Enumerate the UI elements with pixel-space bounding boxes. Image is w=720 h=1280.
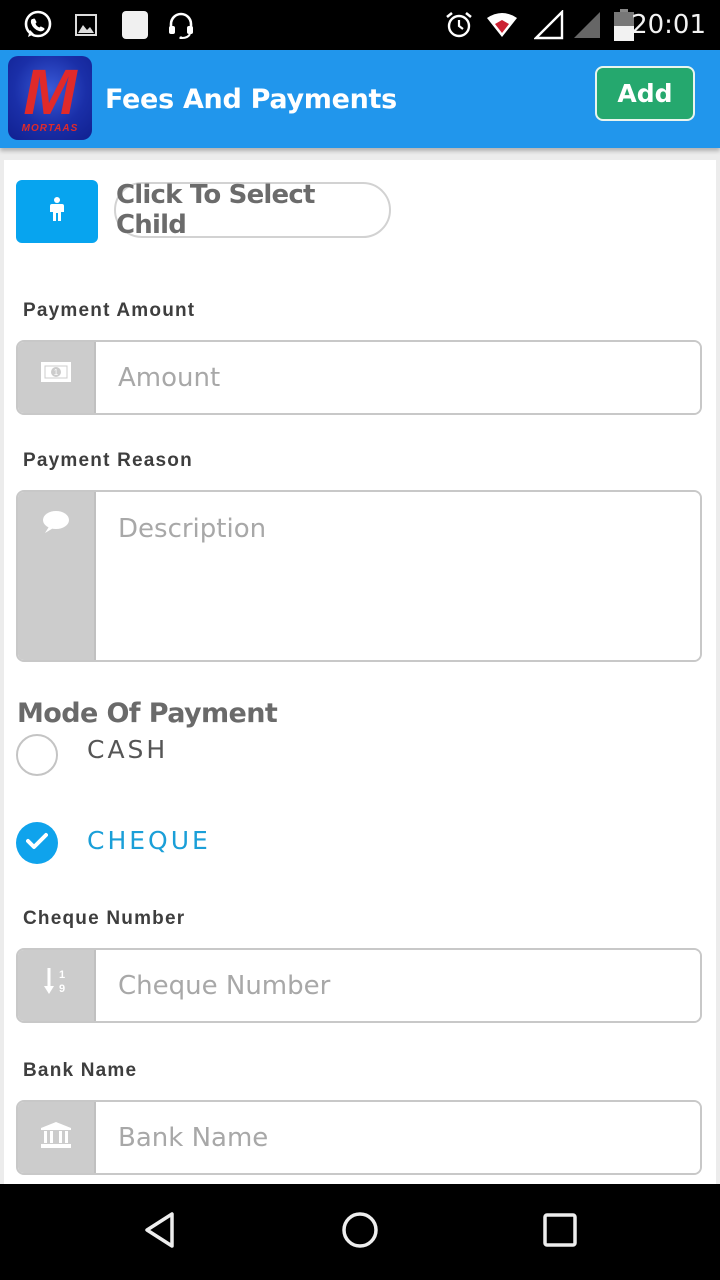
headset-icon <box>166 8 196 42</box>
cheque-number-label: Cheque Number <box>23 908 186 929</box>
cheque-number-group: 19 <box>16 948 702 1023</box>
payment-amount-label: Payment Amount <box>23 300 196 321</box>
money-icon: 1 <box>41 362 71 387</box>
svg-text:9: 9 <box>59 983 65 995</box>
logo-brand: MORTAAS <box>21 123 79 134</box>
description-input[interactable] <box>96 492 700 660</box>
recents-button[interactable] <box>535 1212 585 1252</box>
checkmark-icon <box>26 832 48 855</box>
recents-icon <box>543 1212 577 1252</box>
payment-reason-group <box>16 490 702 662</box>
gallery-icon <box>74 8 98 42</box>
select-child-icon-button[interactable] <box>16 180 98 243</box>
page-title: Fees And Payments <box>105 84 397 115</box>
cheque-number-addon: 19 <box>18 950 96 1021</box>
bank-name-addon <box>18 1102 96 1173</box>
radio-cheque[interactable]: CHEQUE <box>16 822 211 864</box>
logo-letter: M <box>23 56 77 128</box>
cheque-number-input[interactable] <box>96 950 700 1021</box>
notification-icon <box>121 8 149 42</box>
signal-icon <box>533 8 565 42</box>
select-child-button[interactable]: Click To Select Child <box>114 180 391 240</box>
sort-numeric-icon: 19 <box>43 966 69 1003</box>
payment-reason-addon <box>18 492 96 660</box>
app-bar: M MORTAAS Fees And Payments Add <box>0 50 720 148</box>
mode-of-payment-title: Mode Of Payment <box>17 698 278 729</box>
whatsapp-icon <box>20 8 56 42</box>
status-bar: 20:01 <box>0 0 720 50</box>
alarm-icon <box>443 8 475 42</box>
back-icon <box>143 1211 177 1254</box>
radio-cheque-circle[interactable] <box>16 822 58 864</box>
app-logo: M MORTAAS <box>8 56 92 140</box>
home-icon <box>341 1211 379 1254</box>
radio-cash-label: CASH <box>87 734 169 764</box>
navigation-bar <box>0 1184 720 1280</box>
back-button[interactable] <box>135 1211 185 1254</box>
payment-amount-group: 1 <box>16 340 702 415</box>
signal-bars-icon <box>571 8 603 42</box>
wifi-icon <box>485 8 519 42</box>
svg-text:1: 1 <box>59 969 65 981</box>
bank-name-group <box>16 1100 702 1175</box>
comment-icon <box>42 510 70 539</box>
bank-icon <box>40 1122 72 1153</box>
add-button[interactable]: Add <box>595 66 695 121</box>
home-button[interactable] <box>335 1211 385 1254</box>
radio-cheque-label: CHEQUE <box>87 825 211 855</box>
bank-name-label: Bank Name <box>23 1060 138 1081</box>
radio-cash-circle[interactable] <box>16 734 58 776</box>
bank-name-input[interactable] <box>96 1102 700 1173</box>
payment-reason-label: Payment Reason <box>23 450 193 471</box>
radio-cash[interactable]: CASH <box>16 734 168 776</box>
svg-text:1: 1 <box>54 368 59 377</box>
amount-input[interactable] <box>96 342 700 413</box>
payment-amount-addon: 1 <box>18 342 96 413</box>
status-time: 20:01 <box>631 10 706 40</box>
person-icon <box>49 197 65 226</box>
